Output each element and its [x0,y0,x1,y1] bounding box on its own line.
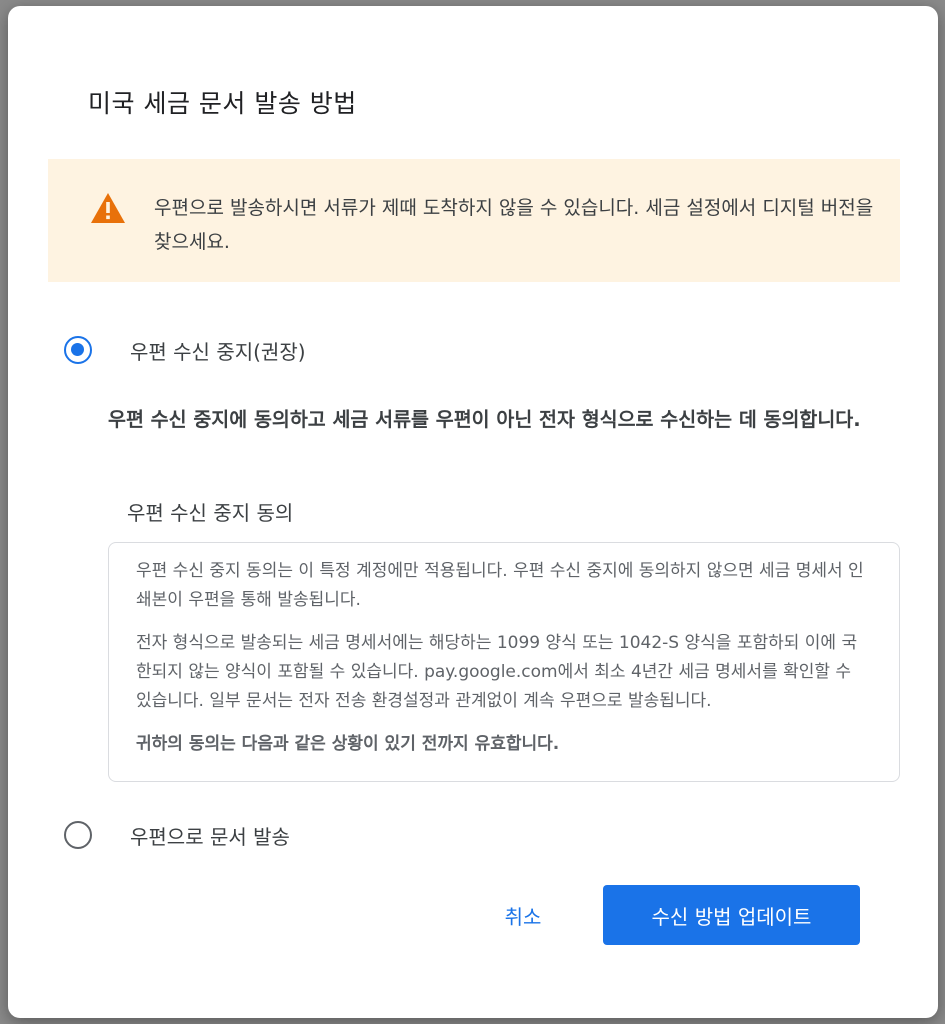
dialog-title: 미국 세금 문서 발송 방법 [88,89,357,118]
warning-text: 우편으로 발송하시면 서류가 제때 도착하지 않을 수 있습니다. 세금 설정에… [154,197,874,253]
option-label-opt-out-mail[interactable]: 우편 수신 중지(권장) [130,336,306,365]
consent-section-title: 우편 수신 중지 동의 [127,501,294,525]
radio-opt-out-mail[interactable] [64,336,92,364]
consent-paragraph: 전자 형식으로 발송되는 세금 명세서에는 해당하는 1099 양식 또는 10… [136,633,858,711]
tax-document-delivery-dialog: 미국 세금 문서 발송 방법 우편으로 발송하시면 서류가 제때 도착하지 않을… [8,6,938,1018]
radio-send-by-mail[interactable] [64,821,92,849]
consent-scroll-box[interactable]: 우편 수신 중지 동의는 이 특정 계정에만 적용됩니다. 우편 수신 중지에 … [108,542,900,782]
consent-paragraph: 귀하의 동의는 다음과 같은 상황이 있기 전까지 유효합니다. [136,734,560,754]
warning-triangle-icon [90,192,126,224]
consent-content: 우편 수신 중지 동의는 이 특정 계정에만 적용됩니다. 우편 수신 중지에 … [136,557,871,773]
cancel-button[interactable]: 취소 [478,886,568,944]
agreement-statement: 우편 수신 중지에 동의하고 세금 서류를 우편이 아닌 전자 형식으로 수신하… [108,408,861,431]
update-delivery-method-button[interactable]: 수신 방법 업데이트 [603,885,860,945]
warning-banner: 우편으로 발송하시면 서류가 제때 도착하지 않을 수 있습니다. 세금 설정에… [48,159,900,282]
option-label-send-by-mail[interactable]: 우편으로 문서 발송 [130,821,290,850]
consent-paragraph: 우편 수신 중지 동의는 이 특정 계정에만 적용됩니다. 우편 수신 중지에 … [136,561,864,610]
